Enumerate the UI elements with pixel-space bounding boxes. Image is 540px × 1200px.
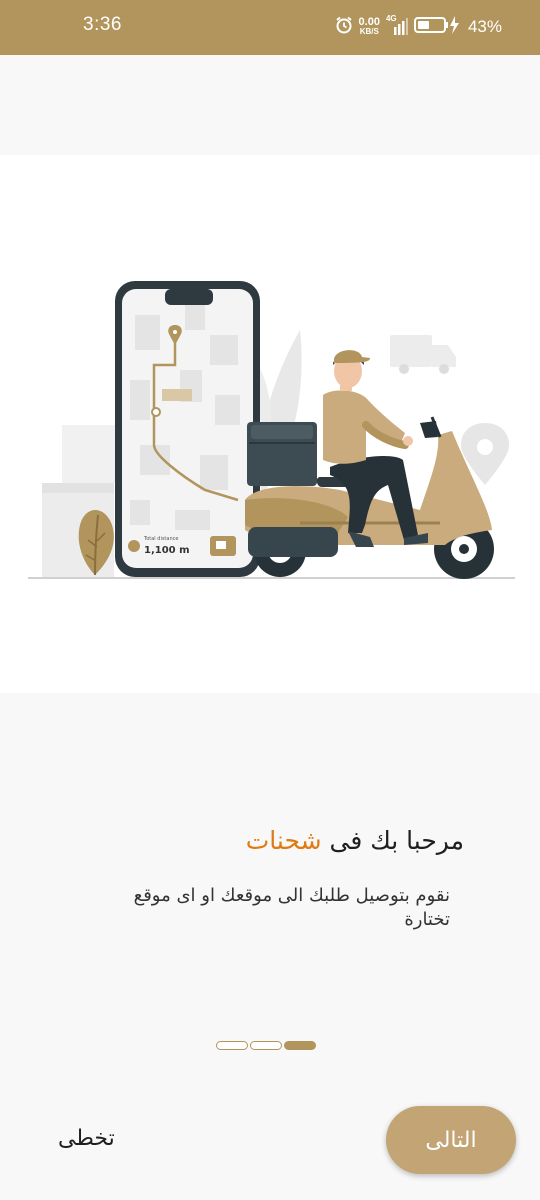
delivery-illustration: Total distance 1,100 m: [0, 155, 540, 693]
page-dot-active: [284, 1041, 316, 1050]
phone-distance-value: 1,100 m: [144, 545, 190, 556]
title-prefix: مرحبا بك فى: [321, 826, 464, 855]
alarm-icon: [335, 16, 353, 39]
brand-name: شحنات: [245, 826, 322, 855]
battery-icon: [413, 15, 460, 40]
page-indicator: [216, 1041, 316, 1050]
network-speed: 0.00 KB/S: [358, 16, 380, 37]
phone-distance-label: Total distance: [143, 536, 178, 542]
page-dot: [250, 1041, 282, 1050]
skip-button[interactable]: تخطى: [58, 1126, 115, 1151]
status-icons: 0.00 KB/S 4G 43%: [335, 14, 502, 40]
onboarding-title: مرحبا بك فى شحنات: [246, 826, 464, 855]
status-bar: 3:36 0.00 KB/S 4G 43%: [0, 0, 540, 55]
next-button[interactable]: التالى: [386, 1106, 516, 1174]
status-time: 3:36: [83, 14, 122, 35]
onboarding-description: نقوم بتوصيل طلبك الى موقعك او اى موقع تخ…: [133, 885, 450, 930]
battery-percent: 43%: [467, 17, 502, 36]
signal-icon: 4G: [386, 14, 408, 37]
page-dot: [216, 1041, 248, 1050]
